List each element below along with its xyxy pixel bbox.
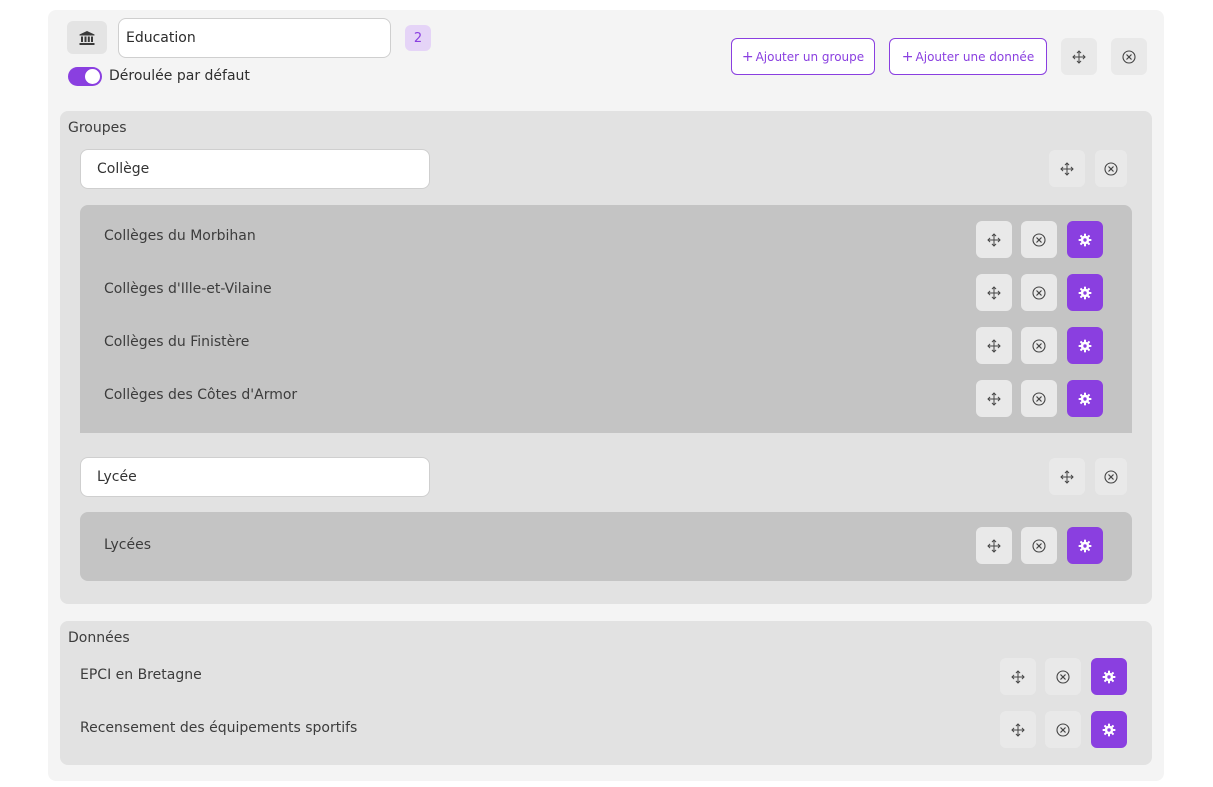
gear-icon (1078, 539, 1092, 553)
gear-icon (1102, 670, 1116, 684)
building-columns-icon (79, 30, 95, 45)
circle-x-icon (1122, 49, 1136, 64)
circle-x-icon (1032, 232, 1046, 247)
theme-name-input[interactable] (118, 18, 391, 58)
group-item-label: Collèges des Côtes d'Armor (104, 387, 298, 403)
move-arrows-icon (987, 286, 1001, 300)
group-item-settings-button[interactable] (1067, 327, 1103, 364)
groups-section: Groupes Collèges du Morbihan Collèges d'… (60, 111, 1152, 604)
group-item-settings-button[interactable] (1067, 274, 1103, 311)
move-arrows-icon (987, 233, 1001, 247)
toggle-knob (85, 69, 100, 84)
group-item-label: Collèges du Finistère (104, 334, 250, 350)
default-expanded-toggle[interactable] (68, 67, 102, 86)
group-remove-button[interactable] (1095, 150, 1127, 187)
group-item-remove-button[interactable] (1021, 274, 1057, 311)
group-items-college: Collèges du Morbihan Collèges d'Ille-et-… (80, 205, 1132, 433)
group-item-remove-button[interactable] (1021, 327, 1057, 364)
move-arrows-icon (987, 392, 1001, 406)
data-section: Données EPCI en Bretagne Recensement des… (60, 621, 1152, 765)
theme-panel: 2 Déroulée par défaut + Ajouter un group… (48, 10, 1164, 781)
group-item-move-button[interactable] (976, 527, 1012, 564)
move-arrows-icon (1072, 50, 1086, 64)
groups-section-title: Groupes (68, 120, 127, 136)
gear-icon (1078, 392, 1092, 406)
group-move-button[interactable] (1049, 458, 1085, 495)
circle-x-icon (1032, 538, 1046, 553)
default-expanded-label: Déroulée par défaut (109, 68, 250, 84)
data-item-settings-button[interactable] (1091, 711, 1127, 748)
group-item-label: Lycées (104, 537, 152, 553)
add-data-label: Ajouter une donnée (915, 49, 1035, 64)
group-item-settings-button[interactable] (1067, 221, 1103, 258)
items-count-badge: 2 (405, 25, 431, 51)
group-item-remove-button[interactable] (1021, 380, 1057, 417)
add-group-label: Ajouter un groupe (755, 49, 865, 64)
data-item-label: EPCI en Bretagne (80, 667, 202, 683)
group-item-move-button[interactable] (976, 274, 1012, 311)
theme-icon-button[interactable] (67, 21, 107, 54)
group-name-input-lycee[interactable] (80, 457, 430, 497)
data-item-settings-button[interactable] (1091, 658, 1127, 695)
gear-icon (1078, 233, 1092, 247)
data-item-remove-button[interactable] (1045, 658, 1081, 695)
plus-icon: + (901, 48, 914, 65)
group-item-remove-button[interactable] (1021, 527, 1057, 564)
group-item-label: Collèges du Morbihan (104, 228, 256, 244)
group-name-input-college[interactable] (80, 149, 430, 189)
circle-x-icon (1056, 669, 1070, 684)
move-arrows-icon (1060, 162, 1074, 176)
group-item-move-button[interactable] (976, 380, 1012, 417)
move-arrows-icon (1011, 723, 1025, 737)
data-item-remove-button[interactable] (1045, 711, 1081, 748)
data-item-move-button[interactable] (1000, 658, 1036, 695)
circle-x-icon (1056, 722, 1070, 737)
gear-icon (1078, 286, 1092, 300)
group-item-move-button[interactable] (976, 327, 1012, 364)
data-section-title: Données (68, 630, 130, 646)
group-item-move-button[interactable] (976, 221, 1012, 258)
theme-move-button[interactable] (1061, 38, 1097, 75)
gear-icon (1102, 723, 1116, 737)
circle-x-icon (1032, 285, 1046, 300)
theme-remove-button[interactable] (1111, 38, 1147, 75)
circle-x-icon (1032, 338, 1046, 353)
circle-x-icon (1104, 161, 1118, 176)
move-arrows-icon (987, 539, 1001, 553)
group-item-label: Collèges d'Ille-et-Vilaine (104, 281, 272, 297)
data-item-move-button[interactable] (1000, 711, 1036, 748)
group-item-settings-button[interactable] (1067, 380, 1103, 417)
data-item-label: Recensement des équipements sportifs (80, 720, 358, 736)
circle-x-icon (1032, 391, 1046, 406)
group-move-button[interactable] (1049, 150, 1085, 187)
circle-x-icon (1104, 469, 1118, 484)
move-arrows-icon (987, 339, 1001, 353)
add-group-button[interactable]: + Ajouter un groupe (731, 38, 875, 75)
move-arrows-icon (1011, 670, 1025, 684)
plus-icon: + (741, 48, 754, 65)
group-item-remove-button[interactable] (1021, 221, 1057, 258)
move-arrows-icon (1060, 470, 1074, 484)
group-items-lycee: Lycées (80, 512, 1132, 581)
add-data-button[interactable]: + Ajouter une donnée (889, 38, 1047, 75)
group-remove-button[interactable] (1095, 458, 1127, 495)
gear-icon (1078, 339, 1092, 353)
group-item-settings-button[interactable] (1067, 527, 1103, 564)
